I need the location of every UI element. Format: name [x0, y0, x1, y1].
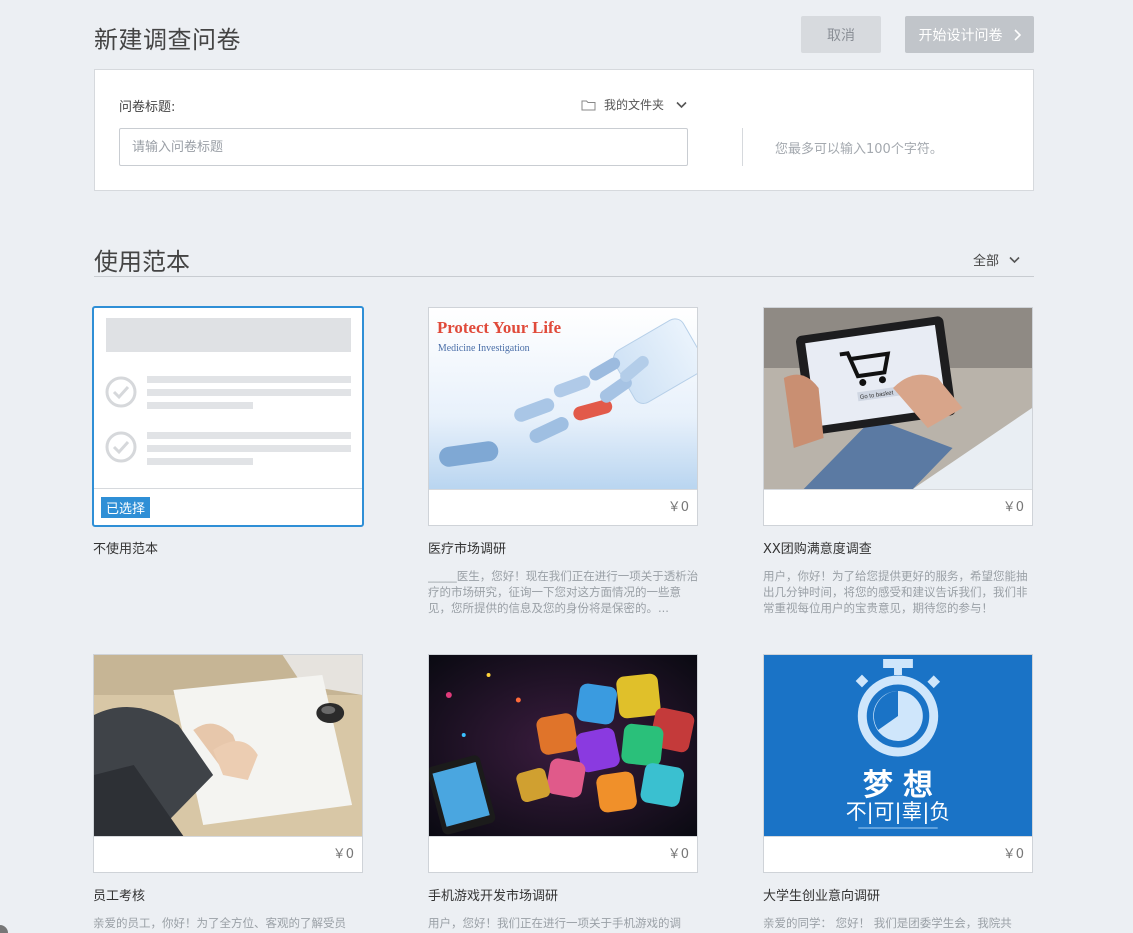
page-title: 新建调查问卷	[94, 26, 241, 54]
template-card-mobile-game[interactable]: ￥0	[428, 654, 698, 873]
title-input[interactable]	[119, 128, 688, 166]
template-price: ￥0	[667, 847, 689, 862]
template-description: 亲爱的同学： 您好！ 我们是团委学生会，我院共	[763, 916, 1012, 930]
template-description: 用户，你好！为了给您提供更好的服务，希望您能抽出几分钟时间，将您的感受和建议告诉…	[763, 569, 1028, 615]
cancel-button[interactable]: 取消	[801, 16, 881, 53]
mobile-game-template-image	[429, 655, 697, 836]
template-price: ￥0	[1002, 847, 1024, 862]
filter-label: 全部	[973, 254, 1000, 269]
start-design-label: 开始设计问卷	[918, 27, 1003, 44]
template-price: ￥0	[332, 847, 354, 862]
template-price: ￥0	[1002, 500, 1024, 515]
template-name[interactable]: 员工考核	[93, 885, 145, 904]
template-filter-dropdown[interactable]: 全部	[973, 250, 1020, 269]
medical-image-title: Protect Your Life	[437, 318, 562, 337]
template-name[interactable]: 大学生创业意向调研	[763, 885, 880, 904]
folder-label: 我的文件夹	[604, 98, 665, 112]
divider	[742, 128, 743, 166]
chevron-right-icon	[1013, 28, 1021, 41]
groupbuy-template-image: Go to basket	[764, 308, 1032, 489]
template-card-groupbuy[interactable]: Go to basket ￥0	[763, 307, 1033, 526]
chevron-down-icon	[676, 101, 687, 108]
dream-subtitle: 不|可|辜|负	[846, 800, 950, 825]
start-design-button[interactable]: 开始设计问卷	[905, 16, 1034, 53]
template-name[interactable]: XX团购满意度调查	[763, 538, 872, 557]
template-price: ￥0	[667, 500, 689, 515]
questionnaire-title-panel: 问卷标题: 我的文件夹 您最多可以输入100个字符。	[94, 69, 1034, 191]
section-divider	[94, 276, 1034, 277]
templates-section-title: 使用范本	[94, 248, 190, 276]
card-separator	[764, 489, 1032, 490]
template-name[interactable]: 手机游戏开发市场调研	[428, 885, 558, 904]
medical-template-image: Protect Your Life Medicine Investigation	[429, 308, 697, 489]
medical-image-subtitle: Medicine Investigation	[438, 343, 530, 354]
startup-template-image: 梦 想 不|可|辜|负	[764, 655, 1032, 836]
template-card-medical[interactable]: Protect Your Life Medicine Investigation…	[428, 307, 698, 526]
template-card-none[interactable]: 已选择	[92, 306, 364, 527]
template-card-employee[interactable]: ￥0	[93, 654, 363, 873]
folder-icon	[581, 100, 596, 110]
card-separator	[764, 836, 1032, 837]
selected-badge: 已选择	[101, 497, 151, 518]
employee-template-image	[94, 655, 362, 836]
dream-title: 梦 想	[863, 768, 933, 803]
corner-shadow	[0, 925, 8, 933]
blank-template-preview	[94, 308, 362, 489]
card-separator	[429, 489, 697, 490]
card-separator	[94, 488, 362, 489]
chevron-down-icon	[1009, 256, 1020, 263]
template-description: _____医生，您好！现在我们正在进行一项关于透析治疗的市场研究，征询一下您对这…	[428, 569, 699, 615]
template-description: 亲爱的员工，你好！为了全方位、客观的了解受员	[93, 916, 346, 930]
template-card-startup[interactable]: 梦 想 不|可|辜|负 ￥0	[763, 654, 1033, 873]
template-description: 用户，您好！我们正在进行一项关于手机游戏的调	[428, 916, 681, 930]
template-name[interactable]: 不使用范本	[93, 538, 158, 557]
title-label: 问卷标题:	[119, 100, 176, 115]
template-name[interactable]: 医疗市场调研	[428, 538, 506, 557]
card-separator	[94, 836, 362, 837]
folder-select[interactable]: 我的文件夹	[581, 96, 687, 113]
card-separator	[429, 836, 697, 837]
char-limit-hint: 您最多可以输入100个字符。	[775, 142, 943, 157]
